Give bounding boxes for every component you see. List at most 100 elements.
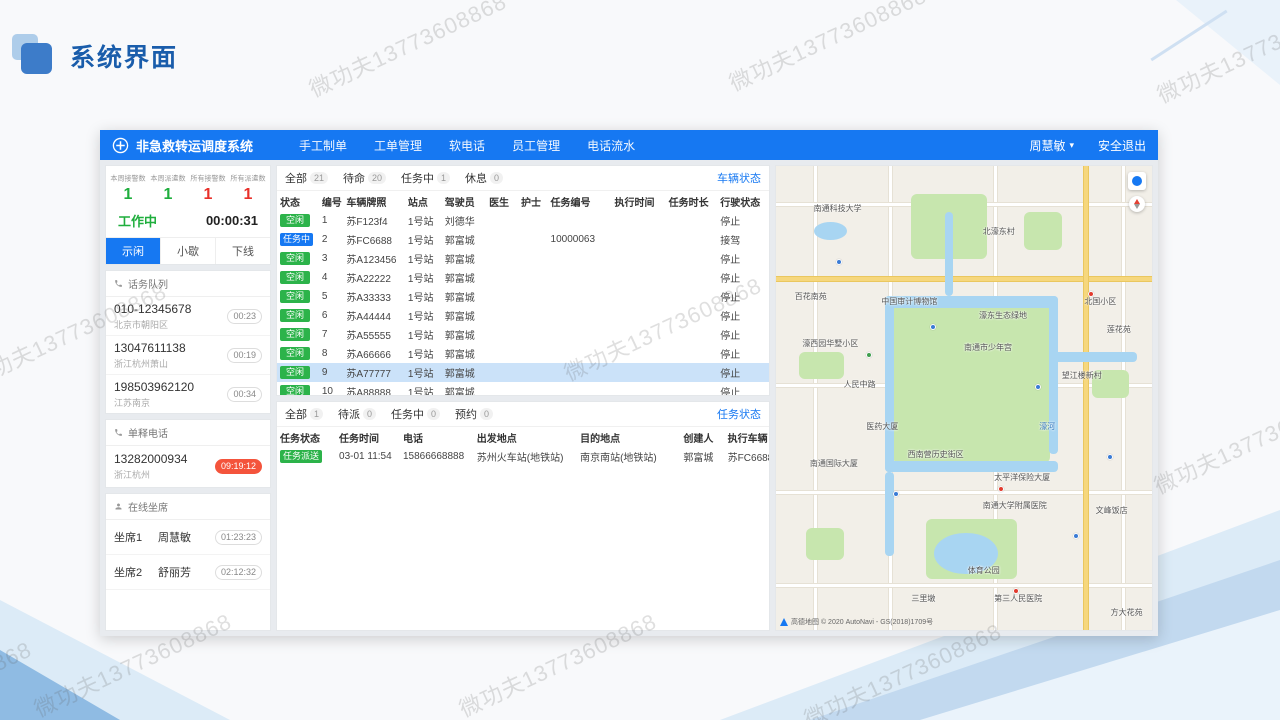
- table-row[interactable]: 空闲8苏A666661号站郭富城停止: [277, 344, 769, 363]
- cell: 1号站: [405, 287, 442, 306]
- column-header: 执行车辆: [725, 427, 769, 447]
- agents-panel: 在线坐席 坐席1周慧敏01:23:23坐席2舒丽芳02:12:32: [105, 493, 271, 631]
- agent-row[interactable]: 坐席1周慧敏01:23:23: [106, 520, 270, 555]
- app-logo-icon: [112, 137, 129, 154]
- cell: 郭富城: [442, 287, 486, 306]
- cell: 停止: [717, 325, 769, 344]
- call-duration-badge: 09:19:12: [215, 459, 262, 474]
- tab[interactable]: 全部1: [285, 406, 323, 422]
- tab-count: 1: [437, 172, 450, 184]
- table-row[interactable]: 空闲6苏A444441号站郭富城停止: [277, 306, 769, 325]
- agent-row[interactable]: 坐席2舒丽芳02:12:32: [106, 555, 270, 590]
- logout-button[interactable]: 安全退出: [1098, 137, 1146, 154]
- call-duration-badge: 00:19: [227, 348, 262, 363]
- map-label: 南通国际大厦: [810, 458, 858, 469]
- status-cell: 空闲: [277, 363, 319, 382]
- tab-count: 0: [427, 408, 440, 420]
- active-call-item[interactable]: 13282000934 浙江杭州 09:19:12: [106, 446, 270, 487]
- cell: 1: [319, 211, 344, 230]
- state-button[interactable]: 示闲: [106, 238, 161, 264]
- cell: 4: [319, 268, 344, 287]
- cell: [486, 325, 518, 344]
- cell: 停止: [717, 287, 769, 306]
- map-park: [799, 352, 844, 380]
- task-panel: 全部1待派0任务中0预约0 任务状态 任务状态任务时间电话出发地点目的地点创建人…: [276, 401, 770, 631]
- nav-item[interactable]: 软电话: [449, 137, 485, 154]
- map-label: 南通市少年宫: [964, 342, 1012, 353]
- vehicle-status-link[interactable]: 车辆状态: [717, 170, 761, 186]
- table-row[interactable]: 空闲7苏A555551号站郭富城停止: [277, 325, 769, 344]
- tab[interactable]: 预约0: [455, 406, 493, 422]
- tab[interactable]: 休息0: [465, 170, 503, 186]
- poi-icon[interactable]: [893, 491, 899, 497]
- cell: 郭富城: [680, 447, 724, 466]
- tab[interactable]: 待派0: [338, 406, 376, 422]
- tab[interactable]: 任务中1: [401, 170, 450, 186]
- poi-icon[interactable]: [866, 352, 872, 358]
- status-cell: 任务中: [277, 230, 319, 249]
- table-row[interactable]: 任务派送03-01 11:5415866668888苏州火车站(地铁站)南京南站…: [277, 447, 769, 466]
- user-menu[interactable]: 周慧敏 ▾: [1029, 137, 1074, 154]
- tab-label: 待派: [338, 406, 360, 422]
- table-row[interactable]: 空闲1苏F123f41号站刘德华停止: [277, 211, 769, 230]
- cell: 郭富城: [442, 363, 486, 382]
- cell: [486, 230, 518, 249]
- cell: 接驾: [717, 230, 769, 249]
- state-button[interactable]: 小歇: [161, 238, 216, 264]
- agents-title: 在线坐席: [128, 499, 168, 514]
- column-header: 站点: [405, 191, 442, 211]
- cell: [518, 382, 548, 395]
- agent-name: 舒丽芳: [158, 564, 215, 580]
- nav-item[interactable]: 员工管理: [512, 137, 560, 154]
- cell: 苏A88888: [343, 382, 405, 395]
- cell: [486, 344, 518, 363]
- poi-icon[interactable]: [836, 259, 842, 265]
- tab[interactable]: 全部21: [285, 170, 328, 186]
- status-cell: 空闲: [277, 287, 319, 306]
- tab[interactable]: 任务中0: [391, 406, 440, 422]
- map-river: [885, 461, 1058, 473]
- table-row[interactable]: 空闲5苏A333331号站郭富城停止: [277, 287, 769, 306]
- watermark: 微功夫13773608868: [723, 0, 931, 98]
- call-duration-badge: 00:34: [227, 387, 262, 402]
- table-row[interactable]: 空闲10苏A888881号站郭富城停止: [277, 382, 769, 395]
- map-label: 三里墩: [911, 593, 935, 604]
- app-title: 非急救转运调度系统: [136, 136, 253, 155]
- call-number: 198503962120: [114, 380, 194, 394]
- state-button[interactable]: 下线: [216, 238, 270, 264]
- map-layer-button[interactable]: [1128, 172, 1146, 190]
- column-header: 医生: [486, 191, 518, 211]
- tab-label: 全部: [285, 406, 307, 422]
- tab[interactable]: 待命20: [343, 170, 386, 186]
- tab-count: 0: [490, 172, 503, 184]
- column-header: 任务时间: [336, 427, 400, 447]
- cell: 苏A33333: [343, 287, 405, 306]
- cell: 1号站: [405, 325, 442, 344]
- status-cell: 空闲: [277, 344, 319, 363]
- table-row[interactable]: 空闲3苏A1234561号站郭富城停止: [277, 249, 769, 268]
- map-label: 濠西园华墅小区: [802, 338, 858, 349]
- cell: [486, 382, 518, 395]
- poi-icon[interactable]: [930, 324, 936, 330]
- table-row[interactable]: 任务中2苏FC66881号站郭富城10000063接驾: [277, 230, 769, 249]
- map-view[interactable]: 南通科技大学北濠东村百花南苑中国审计博物馆濠东生态绿地北国小区莲花苑濠西园华墅小…: [775, 165, 1153, 631]
- poi-icon[interactable]: [1107, 454, 1113, 460]
- cell: [548, 382, 612, 395]
- call-location: 北京市朝阳区: [114, 318, 191, 331]
- call-queue-item[interactable]: 13047611138浙江杭州萧山00:19: [106, 336, 270, 375]
- table-row[interactable]: 空闲9苏A777771号站郭富城停止: [277, 363, 769, 382]
- nav-item[interactable]: 工单管理: [374, 137, 422, 154]
- nav-item[interactable]: 电话流水: [587, 137, 635, 154]
- hospital-poi-icon[interactable]: [998, 486, 1004, 492]
- tab-count: 21: [310, 172, 328, 184]
- nav-item[interactable]: 手工制单: [299, 137, 347, 154]
- call-queue-item[interactable]: 010-12345678北京市朝阳区00:23: [106, 297, 270, 336]
- app-header: 非急救转运调度系统 手工制单 工单管理 软电话 员工管理 电话流水 周慧敏 ▾ 安全退出: [100, 130, 1158, 160]
- map-attribution: 高德地图 © 2020 AutoNavi - GS(2018)1709号: [780, 617, 933, 627]
- poi-icon[interactable]: [1073, 533, 1079, 539]
- table-row[interactable]: 空闲4苏A222221号站郭富城停止: [277, 268, 769, 287]
- call-queue-item[interactable]: 198503962120江苏南京00:34: [106, 375, 270, 413]
- compass-icon[interactable]: [1129, 196, 1145, 212]
- task-status-link[interactable]: 任务状态: [717, 406, 761, 422]
- sidebar: 本周接警数1本周派遣数1所有接警数1所有派遣数1 工作中 00:00:31 示闲…: [105, 165, 271, 631]
